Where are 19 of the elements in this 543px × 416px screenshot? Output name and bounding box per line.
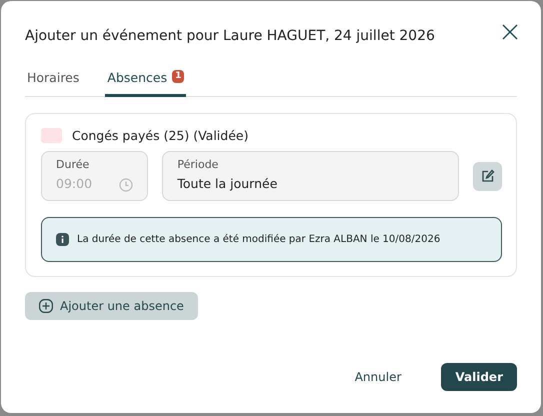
tab[interactable]: Absences 1 [105,70,186,97]
add-absence-button[interactable]: Ajouter une absence [25,292,198,320]
absence-type: Congés payés (25) (Validée) [72,128,248,143]
field-label: Durée [56,158,90,171]
plus-icon [39,299,53,313]
dialog-title: Ajouter un événement pour Laure HAGUET, 24 juillet 2026 [25,28,435,44]
field-label: Période [177,158,218,171]
field-value: 09:00 [56,176,92,191]
notice-text: La durée de cette absence a été modifiée par Ezra ALBAN le 10/08/2026 [77,234,440,245]
tab[interactable]: Horaires [25,70,82,97]
info-icon [56,233,69,246]
cancel-button[interactable]: Annuler [340,363,416,391]
clock-icon [119,178,134,192]
count-badge: 1 [172,70,184,82]
validate-button[interactable]: Valider [441,363,517,391]
close-icon[interactable] [500,22,520,42]
field-value: Toute la journée [177,176,278,191]
edit-icon[interactable] [473,162,502,190]
period-field[interactable]: Période Toute la journée [162,151,460,201]
